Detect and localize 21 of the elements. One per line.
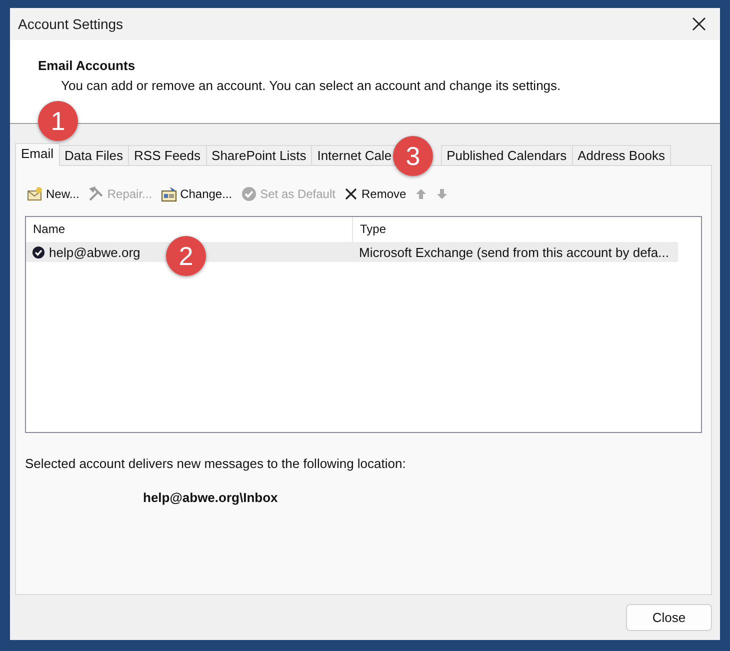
delivery-label: Selected account delivers new messages to the following location: — [25, 456, 407, 471]
x-icon — [344, 187, 358, 201]
check-circle-icon — [241, 186, 258, 202]
tools-icon — [88, 186, 104, 202]
delivery-location: help@abwe.org\Inbox — [143, 490, 279, 505]
column-header[interactable]: Type — [353, 217, 678, 242]
envelope-icon — [27, 186, 43, 202]
section-title: Email Accounts — [38, 58, 136, 73]
table-cell: help@abwe.org — [49, 244, 140, 260]
close-button[interactable]: Close — [626, 604, 712, 631]
tab[interactable]: Published Calendars — [440, 145, 573, 165]
remove-button[interactable]: Remove — [344, 187, 406, 201]
change-button[interactable]: Change... — [161, 186, 232, 202]
tab[interactable]: Email — [15, 143, 60, 166]
section-description: You can add or remove an account. You can select an account and change its settings. — [61, 78, 562, 93]
card-icon — [161, 186, 178, 202]
close-icon[interactable] — [692, 17, 706, 31]
table-cell: Microsoft Exchange (send from this account by defa... — [359, 244, 669, 260]
tab[interactable]: Address Books — [572, 145, 672, 165]
new-button[interactable]: New... — [27, 186, 80, 202]
window-title: Account Settings — [18, 16, 124, 32]
